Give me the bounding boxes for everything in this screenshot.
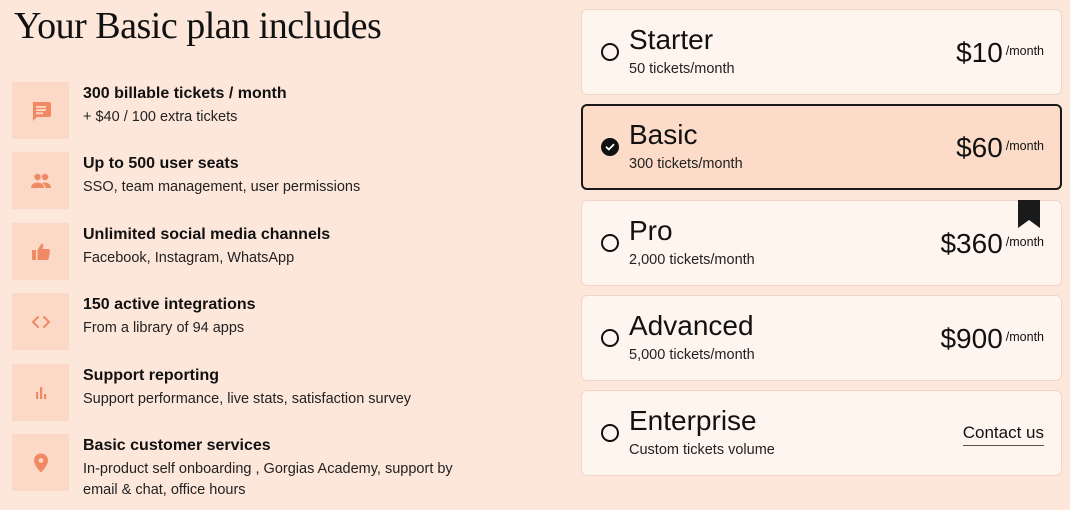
plan-tickets: 2,000 tickets/month (629, 252, 755, 268)
plan-name: Advanced (629, 310, 754, 341)
feature-item-tickets: 300 billable tickets / month + $40 / 100… (12, 82, 572, 140)
bar-chart-icon (12, 364, 69, 421)
location-pin-icon (12, 434, 69, 491)
radio-button-checked[interactable] (601, 138, 619, 156)
feature-item-services: Basic customer services In-product self … (12, 434, 572, 498)
plan-name: Enterprise (629, 405, 757, 436)
thumbs-up-icon (12, 223, 69, 280)
feature-item-seats: Up to 500 user seats SSO, team managemen… (12, 152, 572, 210)
feature-title: Support reporting (83, 367, 219, 384)
price-period: /month (1005, 139, 1044, 153)
feature-title: Up to 500 user seats (83, 155, 239, 172)
page-title: Your Basic plan includes (14, 5, 382, 47)
code-icon (12, 293, 69, 350)
plan-name: Basic (629, 119, 698, 150)
plan-tickets: 50 tickets/month (629, 61, 735, 77)
contact-us-link[interactable]: Contact us (962, 423, 1044, 446)
price-period: /month (1005, 235, 1044, 249)
plan-option-basic[interactable]: Basic 300 tickets/month $60 /month (581, 104, 1062, 190)
feature-description: Facebook, Instagram, WhatsApp (83, 250, 295, 266)
radio-button[interactable] (601, 424, 619, 442)
plan-price: $360 /month (940, 228, 1044, 260)
feature-title: Basic customer services (83, 437, 271, 454)
price-value: $60 (956, 132, 1003, 163)
plan-option-starter[interactable]: Starter 50 tickets/month $10 /month (581, 9, 1062, 95)
plan-option-enterprise[interactable]: Enterprise Custom tickets volume Contact… (581, 390, 1062, 476)
feature-description: In-product self onboarding , Gorgias Aca… (83, 461, 453, 498)
price-period: /month (1005, 330, 1044, 344)
chat-icon (12, 82, 69, 139)
price-value: $360 (940, 228, 1003, 259)
plan-option-pro[interactable]: Pro 2,000 tickets/month $360 /month (581, 200, 1062, 286)
plan-tickets: 300 tickets/month (629, 156, 743, 172)
plan-price: $60 /month (956, 132, 1044, 164)
feature-title: 300 billable tickets / month (83, 85, 287, 102)
plan-name: Starter (629, 24, 714, 55)
feature-item-reporting: Support reporting Support performance, l… (12, 364, 572, 422)
feature-description: Support performance, live stats, satisfa… (83, 391, 412, 407)
feature-title: Unlimited social media channels (83, 226, 331, 243)
plan-price: $900 /month (940, 323, 1044, 355)
bookmark-icon (1018, 200, 1040, 228)
plan-name: Pro (629, 215, 673, 246)
checkmark-icon (605, 143, 615, 151)
radio-button[interactable] (601, 329, 619, 347)
plan-tickets: Custom tickets volume (629, 442, 775, 458)
radio-button[interactable] (601, 43, 619, 61)
feature-item-integrations: 150 active integrations From a library o… (12, 293, 572, 351)
plan-option-advanced[interactable]: Advanced 5,000 tickets/month $900 /month (581, 295, 1062, 381)
plan-tickets: 5,000 tickets/month (629, 347, 755, 363)
price-value: $10 (956, 37, 1003, 68)
plan-price: $10 /month (956, 37, 1044, 69)
feature-description: + $40 / 100 extra tickets (83, 109, 238, 125)
price-value: $900 (940, 323, 1003, 354)
radio-button[interactable] (601, 234, 619, 252)
feature-description: SSO, team management, user permissions (83, 179, 361, 195)
feature-title: 150 active integrations (83, 296, 256, 313)
users-icon (12, 152, 69, 209)
feature-item-social: Unlimited social media channels Facebook… (12, 223, 572, 281)
price-period: /month (1005, 44, 1044, 58)
feature-description: From a library of 94 apps (83, 320, 245, 336)
